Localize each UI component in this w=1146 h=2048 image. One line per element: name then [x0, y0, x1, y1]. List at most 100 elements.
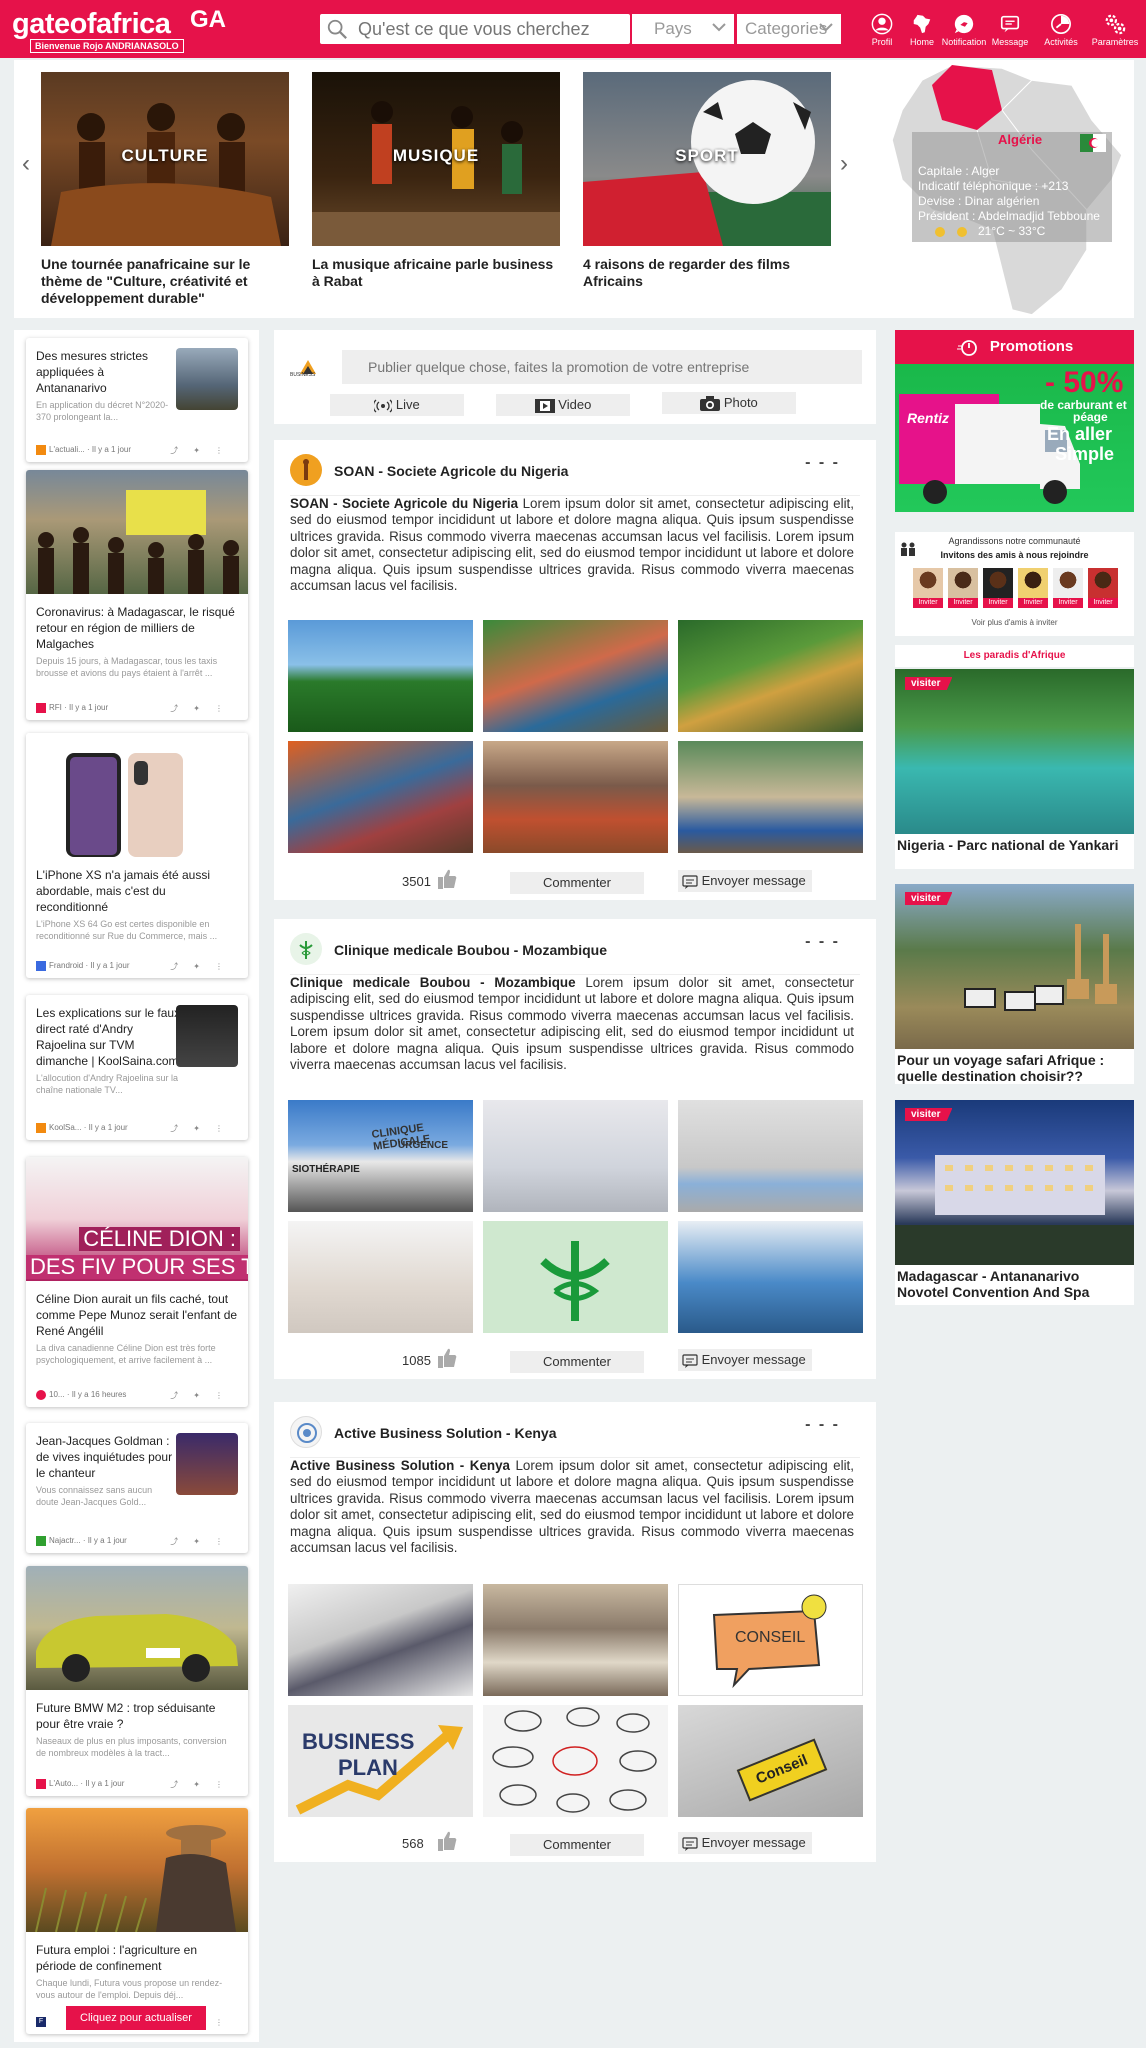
composer-input[interactable] — [342, 350, 862, 384]
paradis-card[interactable]: visiter Pour un voyage safari Afrique : … — [895, 884, 1134, 1084]
post-avatar[interactable] — [290, 454, 322, 486]
comment-button[interactable]: Commenter — [510, 1351, 644, 1373]
search-box[interactable] — [320, 14, 630, 44]
news-actions[interactable]: ⤴✦⋮ — [170, 961, 238, 972]
nav-parametres[interactable]: Paramètres — [1087, 13, 1143, 47]
thumbs-up-icon[interactable] — [436, 1830, 458, 1852]
category-select[interactable]: Categories — [737, 14, 841, 44]
invite-button[interactable]: Inviter — [1053, 598, 1083, 608]
post-more-menu[interactable]: - - - — [805, 454, 840, 472]
nav-activites[interactable]: Activités — [1036, 13, 1086, 47]
invite-button[interactable]: Inviter — [1088, 598, 1118, 608]
post-photo[interactable]: BUSINESS PLAN — [288, 1705, 473, 1817]
invite-button[interactable]: Inviter — [983, 598, 1013, 608]
post-photo[interactable] — [483, 620, 668, 732]
carousel-slide[interactable]: CULTURE Une tournée panafricaine sur le … — [41, 72, 289, 307]
news-actions[interactable]: ⤴✦⋮ — [170, 1779, 238, 1790]
slide-caption[interactable]: Une tournée panafricaine sur le thème de… — [41, 256, 289, 307]
live-button[interactable]: Live — [330, 394, 464, 416]
site-logo-badge[interactable]: GA — [190, 6, 226, 34]
post-photo[interactable] — [483, 741, 668, 853]
post-photo[interactable]: CONSEIL — [678, 1584, 863, 1696]
post-photo[interactable] — [288, 620, 473, 732]
post-photo[interactable] — [483, 1584, 668, 1696]
news-card[interactable]: Les explications sur le faux direct raté… — [26, 995, 248, 1140]
news-card[interactable]: Futura emploi : l'agriculture en période… — [26, 1808, 248, 2034]
video-button[interactable]: Video — [496, 394, 630, 416]
news-title[interactable]: Céline Dion aurait un fils caché, tout c… — [36, 1291, 238, 1339]
post-photo[interactable] — [483, 1100, 668, 1212]
post-photo[interactable] — [678, 1100, 863, 1212]
news-title[interactable]: Futura emploi : l'agriculture en période… — [36, 1942, 238, 1974]
post-photo[interactable] — [288, 1584, 473, 1696]
carousel-prev-arrow[interactable]: ‹ — [22, 150, 30, 178]
news-card[interactable]: Future BMW M2 : trop séduisante pour êtr… — [26, 1566, 248, 1796]
comment-button[interactable]: Commenter — [510, 872, 644, 894]
post-card: SOAN - Societe Agricole du Nigeria - - -… — [274, 440, 876, 900]
nav-notification[interactable]: Notification — [939, 13, 989, 47]
paradis-caption[interactable]: Pour un voyage safari Afrique : quelle d… — [895, 1052, 1134, 1084]
news-title[interactable]: Jean-Jacques Goldman : de vives inquiétu… — [36, 1433, 176, 1481]
news-title[interactable]: Des mesures strictes appliquées à Antana… — [36, 348, 176, 396]
news-card[interactable]: CÉLINE DION : DES FIV POUR SES T Céline … — [26, 1157, 248, 1407]
post-avatar[interactable] — [290, 933, 322, 965]
news-actions[interactable]: ⤴✦⋮ — [170, 445, 238, 456]
post-more-menu[interactable]: - - - — [805, 1416, 840, 1434]
post-more-menu[interactable]: - - - — [805, 933, 840, 951]
news-title[interactable]: L'iPhone XS n'a jamais été aussi abordab… — [36, 867, 238, 915]
invite-button[interactable]: Inviter — [1018, 598, 1048, 608]
post-photo[interactable] — [483, 1221, 668, 1333]
post-photo[interactable] — [678, 620, 863, 732]
news-title[interactable]: Future BMW M2 : trop séduisante pour êtr… — [36, 1700, 238, 1732]
thumbs-up-icon[interactable] — [436, 868, 458, 890]
search-input[interactable] — [358, 14, 623, 44]
news-card[interactable]: Jean-Jacques Goldman : de vives inquiétu… — [26, 1423, 248, 1553]
nav-message[interactable]: Message — [985, 13, 1035, 47]
news-card[interactable]: L'iPhone XS n'a jamais été aussi abordab… — [26, 733, 248, 978]
invite-button[interactable]: Inviter — [948, 598, 978, 608]
send-message-button[interactable]: Envoyer message — [678, 870, 812, 892]
promotion-ad[interactable]: Rentiz - 50% de carburant et péage En al… — [895, 364, 1134, 512]
post-author[interactable]: SOAN - Societe Agricole du Nigeria — [334, 463, 568, 479]
post-photo[interactable] — [288, 1221, 473, 1333]
site-logo[interactable]: gateofafrica — [12, 8, 171, 41]
news-actions[interactable]: ⤴✦⋮ — [170, 703, 238, 714]
post-photo[interactable] — [678, 741, 863, 853]
send-message-button[interactable]: Envoyer message — [678, 1349, 812, 1371]
post-avatar[interactable] — [290, 1416, 322, 1448]
news-card[interactable]: Des mesures strictes appliquées à Antana… — [26, 338, 248, 462]
post-author[interactable]: Clinique medicale Boubou - Mozambique — [334, 942, 607, 958]
post-photo[interactable] — [483, 1705, 668, 1817]
paradis-card[interactable]: visiter Nigeria - Parc national de Yanka… — [895, 669, 1134, 869]
news-actions[interactable]: ⤴✦⋮ — [170, 1390, 238, 1401]
africa-map[interactable]: Algérie Capitale : Alger Indicatif télép… — [882, 60, 1134, 318]
post-photo[interactable]: Conseil — [678, 1705, 863, 1817]
news-actions[interactable]: ⤴✦⋮ — [170, 1123, 238, 1134]
invite-more-link[interactable]: Voir plus d'amis à inviter — [895, 618, 1134, 627]
post-text-author: Clinique medicale Boubou - Mozambique — [290, 975, 576, 990]
carousel-next-arrow[interactable]: › — [840, 150, 848, 178]
refresh-button[interactable]: Cliquez pour actualiser — [66, 2006, 206, 2030]
carousel-slide[interactable]: SPORT 4 raisons de regarder des films Af… — [583, 72, 831, 290]
carousel-slide[interactable]: MUSIQUE La musique africaine parle busin… — [312, 72, 560, 290]
comment-button[interactable]: Commenter — [510, 1834, 644, 1856]
post-photo[interactable] — [678, 1221, 863, 1333]
news-title[interactable]: Coronavirus: à Madagascar, le risqué ret… — [36, 604, 238, 652]
invite-button[interactable]: Inviter — [913, 598, 943, 608]
post-photo[interactable]: CLINIQUE MÉDICALE URGENCE SIOTHÉRAPIE — [288, 1100, 473, 1212]
news-card[interactable]: Coronavirus: à Madagascar, le risqué ret… — [26, 470, 248, 720]
search-icon[interactable] — [326, 18, 348, 40]
news-actions[interactable]: ⤴✦⋮ — [170, 1536, 238, 1547]
country-select[interactable]: Pays — [632, 14, 734, 44]
news-title[interactable]: Les explications sur le faux direct raté… — [36, 1005, 181, 1069]
paradis-card[interactable]: visiter Madagascar - Antananarivo Novote… — [895, 1100, 1134, 1305]
slide-caption[interactable]: 4 raisons de regarder des films Africain… — [583, 256, 831, 290]
post-photo[interactable] — [288, 741, 473, 853]
paradis-caption[interactable]: Nigeria - Parc national de Yankari — [895, 837, 1134, 853]
thumbs-up-icon[interactable] — [436, 1347, 458, 1369]
photo-button[interactable]: Photo — [662, 392, 796, 414]
post-author[interactable]: Active Business Solution - Kenya — [334, 1425, 557, 1441]
slide-caption[interactable]: La musique africaine parle business à Ra… — [312, 256, 560, 290]
send-message-button[interactable]: Envoyer message — [678, 1832, 812, 1854]
paradis-caption[interactable]: Madagascar - Antananarivo Novotel Conven… — [895, 1268, 1134, 1300]
